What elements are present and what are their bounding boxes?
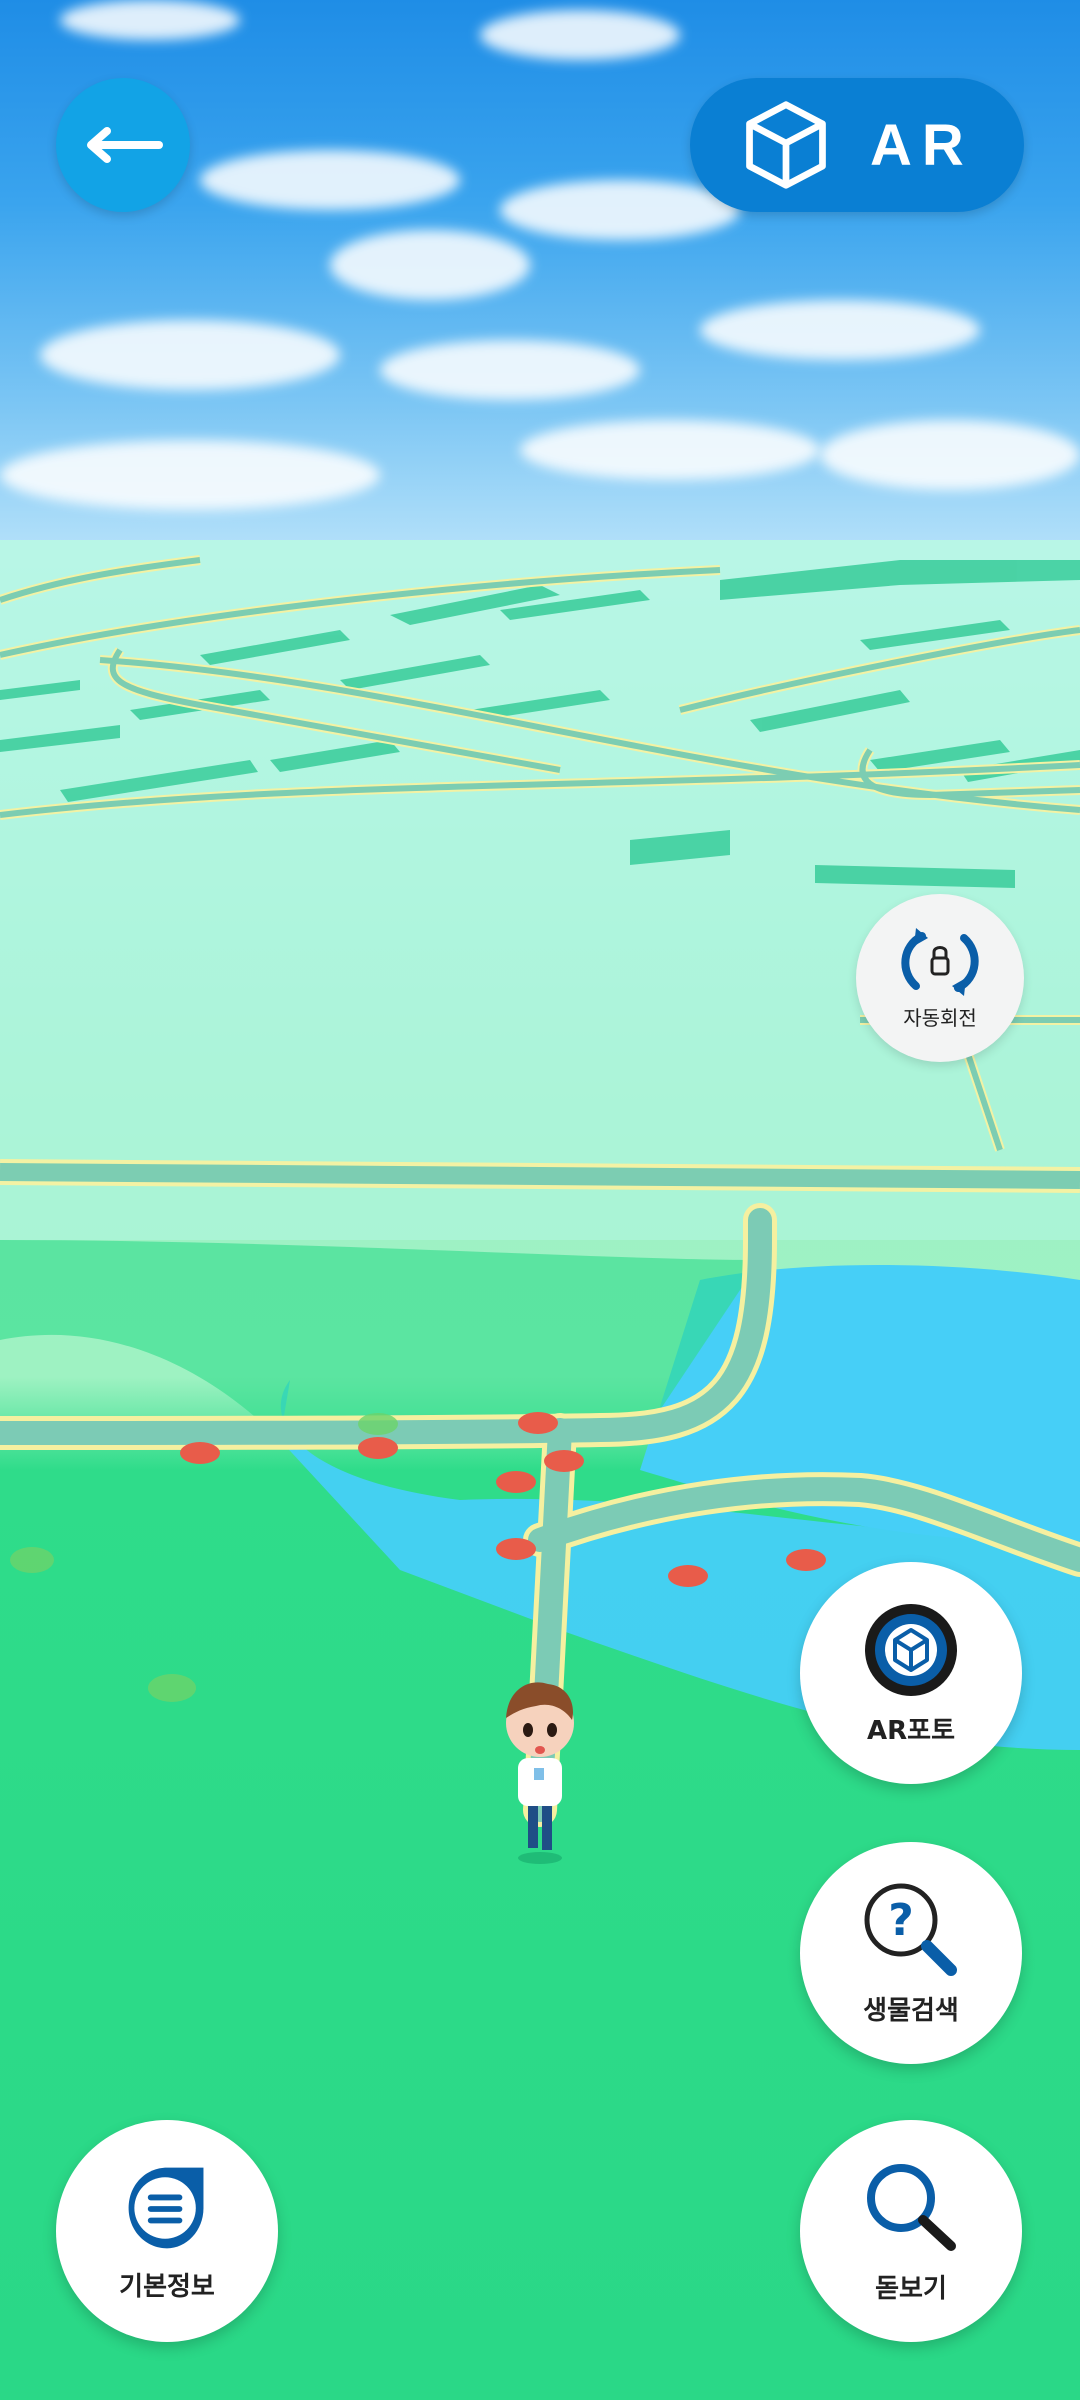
- ar-label: AR: [870, 112, 974, 178]
- magnifier-icon: [867, 2163, 956, 2251]
- basic-info-button[interactable]: 기본정보: [56, 2120, 278, 2342]
- map-screen: AR 자동회전 AR포토 ? 생물검색 돋보기 기본정보: [0, 0, 1080, 2400]
- magnifier-label: 돋보기: [875, 2273, 947, 2304]
- question-magnifier-icon: ?: [864, 1883, 957, 1976]
- player-avatar: [506, 1682, 574, 1864]
- arrow-left-icon: [87, 127, 163, 163]
- auto-rotate-label: 자동회전: [903, 1005, 977, 1030]
- ar-photo-button[interactable]: AR포토: [800, 1562, 1022, 1784]
- svg-text:?: ?: [888, 1895, 914, 1946]
- ar-mode-button[interactable]: AR: [690, 78, 1024, 212]
- auto-rotate-button[interactable]: 자동회전: [856, 894, 1024, 1062]
- species-search-button[interactable]: ? 생물검색: [800, 1842, 1022, 2064]
- basic-info-label: 기본정보: [119, 2271, 215, 2302]
- cube-icon: [746, 101, 826, 189]
- document-list-icon: [128, 2167, 204, 2248]
- ar-photo-label: AR포토: [867, 1715, 955, 1746]
- species-search-label: 생물검색: [863, 1995, 959, 2026]
- back-button[interactable]: [56, 78, 190, 212]
- rotate-lock-icon: [901, 927, 979, 996]
- cube-camera-icon: [865, 1603, 957, 1696]
- magnifier-button[interactable]: 돋보기: [800, 2120, 1022, 2342]
